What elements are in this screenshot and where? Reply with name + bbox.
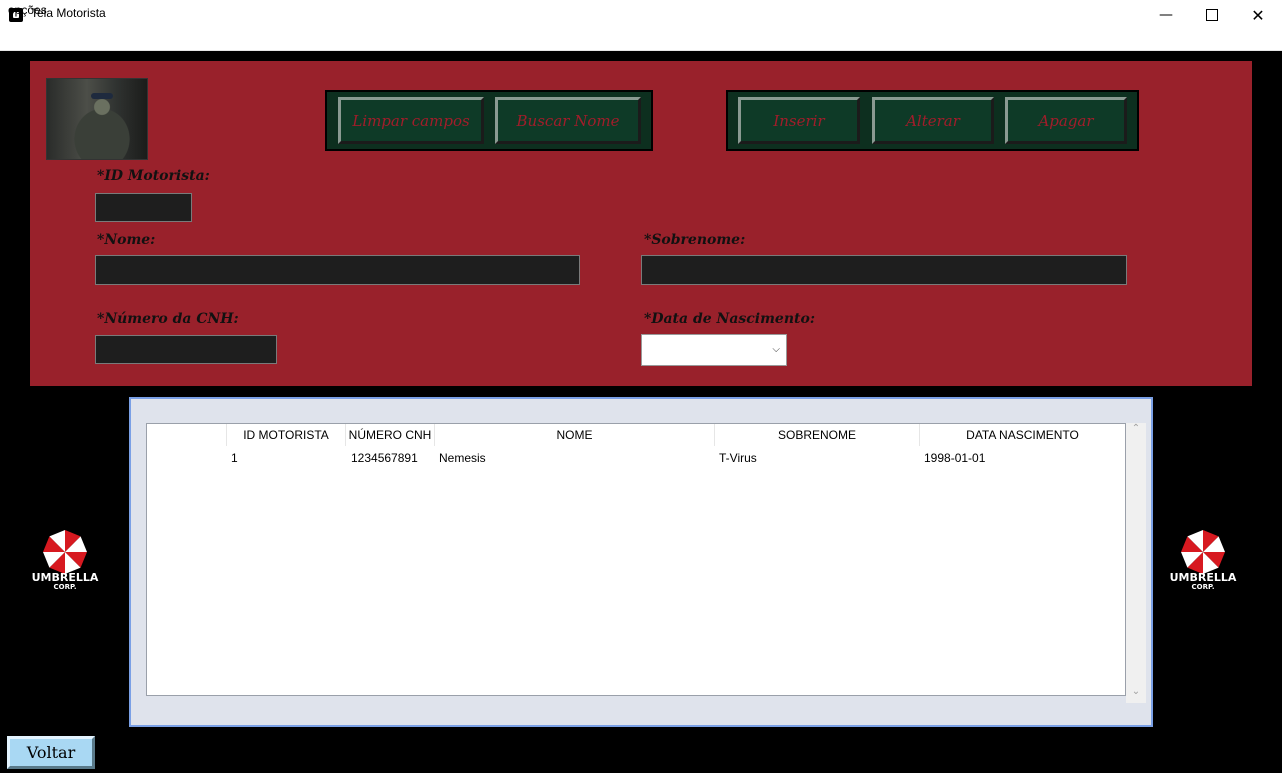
id-motorista-label: *ID Motorista: [97,168,210,184]
menu-opcoes[interactable]: opções [8,3,47,17]
maximize-icon [1206,9,1218,21]
search-button-group: Limpar campos Buscar Nome [325,90,653,151]
table-header-sobrenome[interactable]: SOBRENOME [715,424,920,446]
vertical-scrollbar[interactable] [1126,423,1146,703]
table-header-numero-cnh[interactable]: NÚMERO CNH [346,424,435,446]
title-bar [0,0,1282,30]
umbrella-icon [1181,530,1225,574]
table-cell-nome[interactable]: Nemesis [439,451,486,465]
inserir-button[interactable]: Inserir [738,97,860,144]
numero-cnh-label: *Número da CNH: [97,311,239,327]
scroll-down-icon[interactable]: ⌄ [1126,686,1146,702]
limpar-campos-button[interactable]: Limpar campos [338,97,484,144]
table-header-blank[interactable] [147,424,227,446]
close-icon: ✕ [1251,5,1265,25]
umbrella-logo-left: UMBRELLA CORP. [23,528,107,598]
umbrella-icon [43,530,87,574]
alterar-button[interactable]: Alterar [872,97,994,144]
driver-photo [46,78,148,160]
umbrella-logo-subtext: CORP. [1191,583,1215,591]
numero-cnh-field[interactable] [95,335,277,364]
table-header-id-motorista[interactable]: ID MOTORISTA [227,424,346,446]
maximize-button[interactable] [1189,0,1235,30]
sobrenome-label: *Sobrenome: [644,232,746,248]
minimize-button[interactable]: — [1143,0,1189,30]
table-cell-sobrenome[interactable]: T-Virus [719,451,757,465]
umbrella-logo-right: UMBRELLA CORP. [1161,528,1245,598]
umbrella-logo-subtext: CORP. [53,583,77,591]
table-cell-cnh[interactable]: 1234567891 [351,451,418,465]
table-cell-id[interactable]: 1 [231,451,238,465]
close-button[interactable]: ✕ [1235,0,1281,30]
data-nascimento-picker[interactable]: ⌵ [641,334,787,366]
chevron-down-icon[interactable]: ⌵ [772,344,780,355]
scroll-up-icon[interactable]: ⌃ [1126,423,1146,439]
buscar-nome-button[interactable]: Buscar Nome [495,97,641,144]
voltar-button[interactable]: Voltar [7,736,95,769]
minimize-icon: — [1159,7,1173,23]
id-motorista-field[interactable] [95,193,192,222]
data-nascimento-label: *Data de Nascimento: [644,311,815,327]
table-header-data-nascimento[interactable]: DATA NASCIMENTO [920,424,1125,446]
table-cell-data-nascimento[interactable]: 1998-01-01 [924,451,985,465]
crud-button-group: Inserir Alterar Apagar [726,90,1139,151]
nome-field[interactable] [95,255,580,285]
table-header-nome[interactable]: NOME [435,424,715,446]
sobrenome-field[interactable] [641,255,1127,285]
menu-bar [0,30,1282,51]
apagar-button[interactable]: Apagar [1005,97,1127,144]
nome-label: *Nome: [97,232,156,248]
